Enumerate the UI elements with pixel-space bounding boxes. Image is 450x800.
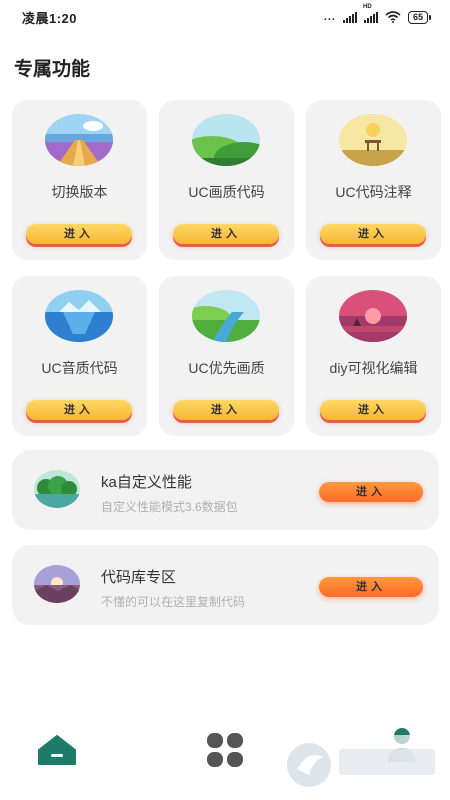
enter-button[interactable]: 进入 [319,577,423,597]
feature-card-switch-version[interactable]: 切换版本 进入 [12,100,147,260]
status-bar: 凌晨1:20 ... HD 65 [0,0,450,34]
river-icon [192,290,260,342]
feature-card-uc-audio-code[interactable]: UC音质代码 进入 [12,276,147,436]
more-dots: ... [323,11,336,23]
feature-card-uc-priority-quality[interactable]: UC优先画质 进入 [159,276,294,436]
clover-grid-icon [207,733,243,767]
feature-label: diy可视化编辑 [329,360,418,376]
feature-card-diy-visual-edit[interactable]: diy可视化编辑 进入 [306,276,441,436]
feature-card-uc-quality-code[interactable]: UC画质代码 进入 [159,100,294,260]
status-time: 凌晨1:20 [22,10,78,26]
feature-label: UC音质代码 [41,360,118,376]
wide-card-code-library[interactable]: 代码库专区 不懂的可以在这里复制代码 进入 [12,545,439,625]
feature-card-uc-code-notes[interactable]: UC代码注释 进入 [306,100,441,260]
feature-grid: 切换版本 进入 UC画质代码 进入 UC代码注释 进入 UC音质代码 进入 UC… [12,100,441,436]
enter-button[interactable]: 进入 [319,482,423,502]
wide-card-title: ka自定义性能 [101,474,192,491]
feature-label: UC优先画质 [188,360,265,376]
enter-button[interactable]: 进入 [173,400,279,420]
iceberg-icon [45,290,113,342]
road-landscape-icon [45,114,113,166]
pavilion-icon [339,114,407,166]
battery-icon: 65 [407,10,432,24]
apps-tab[interactable] [205,732,245,768]
forest-icon [34,470,80,508]
home-tab[interactable] [37,734,77,766]
section-title: 专属功能 [14,59,91,80]
enter-button[interactable]: 进入 [26,224,132,244]
wide-card-custom-performance[interactable]: ka自定义性能 自定义性能模式3.6数据包 进入 [12,450,439,530]
wifi-icon [385,11,401,23]
wide-card-desc: 不懂的可以在这里复制代码 [101,595,246,609]
signal-hd-icon: HD [363,4,378,23]
green-hills-icon [192,114,260,166]
enter-button[interactable]: 进入 [173,224,279,244]
wide-card-desc: 自定义性能模式3.6数据包 [101,500,238,514]
enter-button[interactable]: 进入 [320,224,426,244]
signal-icon [342,11,357,23]
sunset-icon [339,290,407,342]
purple-sunset-icon [34,565,80,603]
hd-badge: HD [362,3,372,10]
enter-button[interactable]: 进入 [26,400,132,420]
feature-label: UC画质代码 [188,184,265,200]
enter-button[interactable]: 进入 [320,400,426,420]
home-icon [38,735,76,765]
feature-label: UC代码注释 [335,184,412,200]
watermark-logo [283,735,443,793]
status-icons: ... HD 65 [323,4,432,24]
wide-card-title: 代码库专区 [101,569,177,586]
feature-label: 切换版本 [51,184,108,200]
